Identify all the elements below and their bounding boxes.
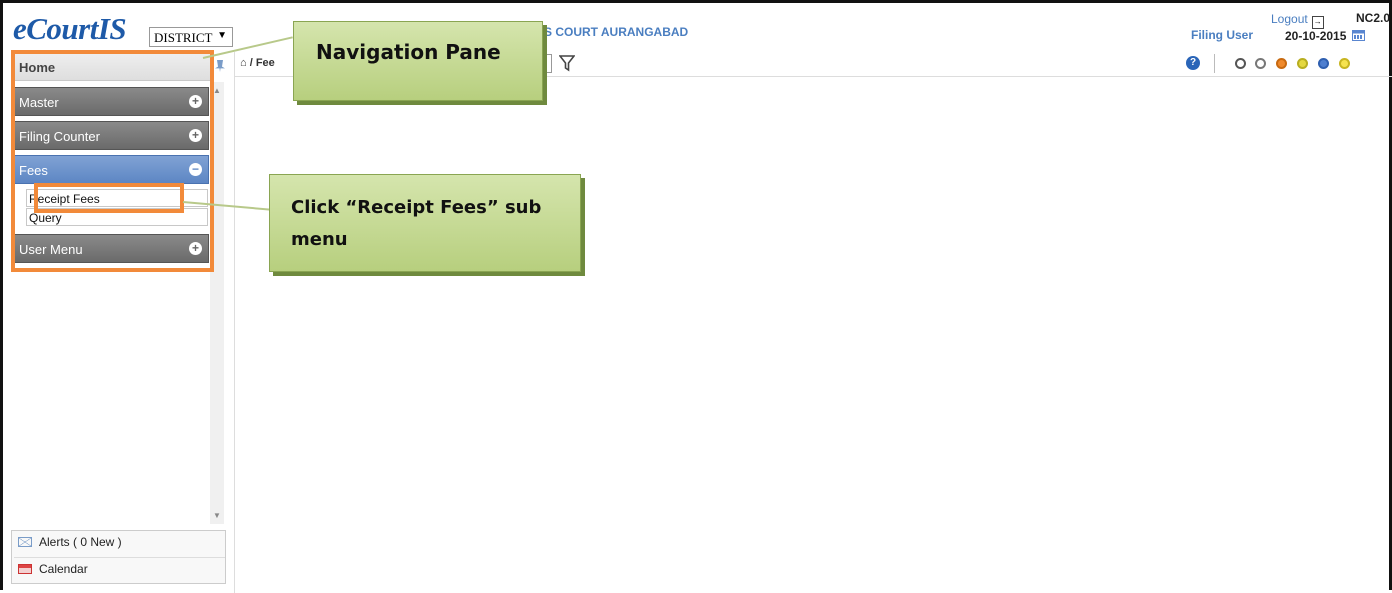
district-select[interactable]: DISTRICT ▼ <box>149 27 233 47</box>
help-icon[interactable]: ? <box>1186 56 1200 70</box>
alerts-label: Alerts ( 0 New ) <box>39 535 122 549</box>
toolbar-divider <box>1214 54 1215 73</box>
district-select-value: DISTRICT <box>154 30 213 45</box>
logout-icon: → <box>1311 16 1324 29</box>
callout-line-2: menu <box>291 229 348 250</box>
court-name: S COURT AURANGABAD <box>544 25 689 39</box>
home-icon[interactable]: ⌂ <box>240 57 247 69</box>
breadcrumb-text: / Fee <box>249 57 275 69</box>
status-dot[interactable] <box>1255 58 1266 69</box>
app-logo: eCourtIS <box>13 11 127 46</box>
receipt-fees-highlight <box>34 183 184 213</box>
version-label: NC2.0 <box>1356 11 1391 25</box>
scroll-up-icon[interactable]: ▲ <box>213 86 221 95</box>
callout-line-1: Click “Receipt Fees” sub <box>291 197 542 218</box>
breadcrumb: ⌂ / Fee <box>240 57 275 69</box>
sidebar-footer: Alerts ( 0 New ) Calendar <box>11 530 226 584</box>
nav-pane-callout: Navigation Pane <box>293 21 543 101</box>
receipt-fees-callout: Click “Receipt Fees” sub menu <box>269 174 581 272</box>
pin-icon[interactable] <box>215 60 225 72</box>
calendar-icon <box>18 564 32 574</box>
status-dot[interactable] <box>1235 58 1246 69</box>
alerts-link[interactable]: Alerts ( 0 New ) <box>14 531 225 553</box>
status-dot[interactable] <box>1318 58 1329 69</box>
status-dot[interactable] <box>1276 58 1287 69</box>
calendar-label: Calendar <box>39 562 88 576</box>
app-window: eCourtIS DISTRICT ▼ S COURT AURANGABAD F… <box>0 0 1392 593</box>
nav-pane-highlight <box>11 50 214 272</box>
chevron-down-icon: ▼ <box>217 30 227 41</box>
status-dot[interactable] <box>1339 58 1350 69</box>
calendar-icon[interactable] <box>1352 30 1365 41</box>
logout-label: Logout <box>1271 12 1308 26</box>
scroll-down-icon[interactable]: ▼ <box>213 511 221 520</box>
status-dot[interactable] <box>1297 58 1308 69</box>
current-user: Filing User <box>1191 28 1254 42</box>
filter-icon[interactable] <box>559 54 575 72</box>
calendar-link[interactable]: Calendar <box>14 557 225 579</box>
main-content <box>235 77 1389 593</box>
logout-link[interactable]: Logout → <box>1271 12 1324 29</box>
mail-icon <box>18 537 32 547</box>
current-date: 20-10-2015 <box>1285 29 1347 43</box>
